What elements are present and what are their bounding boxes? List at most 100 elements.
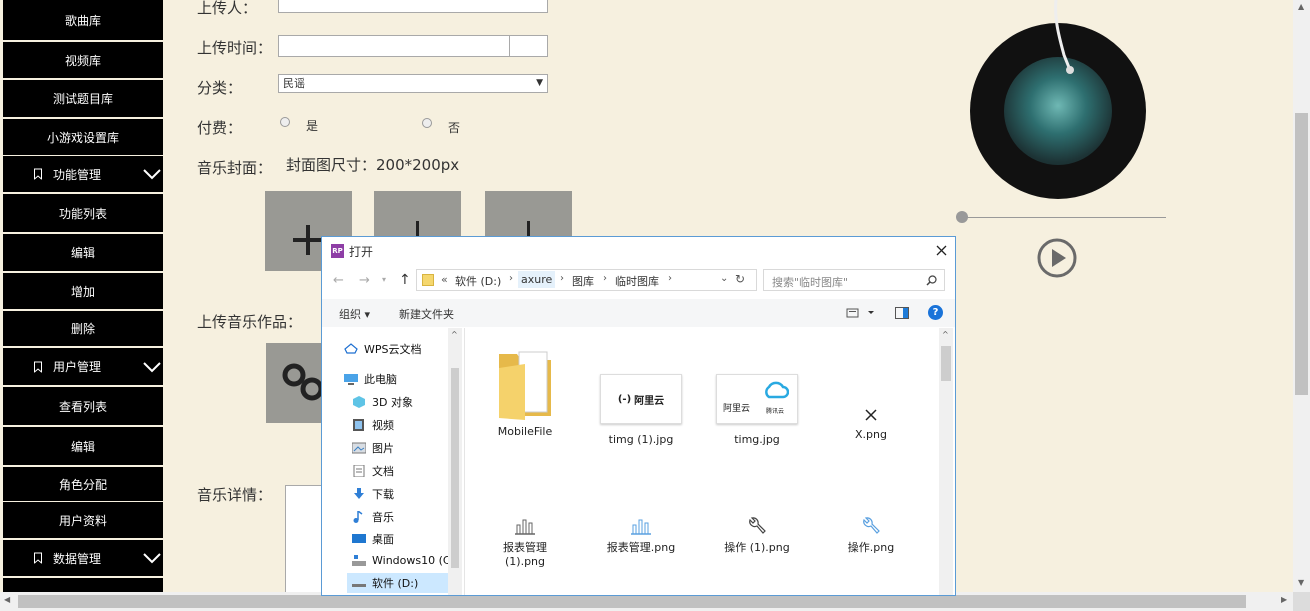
tree-item-3d-objects[interactable]: 3D 对象: [352, 394, 413, 410]
scroll-up-arrow[interactable]: ^: [451, 330, 458, 339]
breadcrumb-separator-icon: ›: [509, 273, 513, 284]
sidebar-item-partial[interactable]: [3, 578, 163, 592]
computer-icon: [344, 374, 358, 385]
music-detail-textarea[interactable]: [285, 485, 325, 595]
tree-item-this-pc[interactable]: 此电脑: [344, 371, 397, 387]
paid-no-radio[interactable]: [422, 118, 432, 128]
uploader-input[interactable]: [278, 0, 548, 13]
forward-arrow-icon[interactable]: →: [359, 273, 370, 288]
sidebar-item-test-questions[interactable]: 测试题目库: [3, 80, 163, 117]
drive-icon: [352, 584, 366, 587]
file-item-timg[interactable]: 阿里云 腾讯云 timg.jpg: [702, 374, 812, 446]
tree-item-music[interactable]: 音乐: [352, 509, 394, 525]
close-icon[interactable]: [936, 245, 947, 256]
scroll-down-arrow[interactable]: ▼: [1298, 578, 1304, 587]
chevron-down-icon[interactable]: [142, 168, 162, 180]
tree-item-drive-c[interactable]: Windows10 (C:: [352, 554, 454, 567]
tree-item-videos[interactable]: 视频: [352, 417, 394, 433]
breadcrumb-separator-icon: ›: [560, 273, 564, 284]
sidebar-item-view-list[interactable]: 查看列表: [3, 387, 163, 425]
file-item-operation-1[interactable]: 操作 (1).png: [702, 517, 812, 555]
sidebar-menu-user-management[interactable]: 用户管理: [3, 348, 163, 385]
breadcrumb-drive-d[interactable]: 软件 (D:): [455, 273, 501, 289]
tree-item-downloads[interactable]: 下载: [352, 486, 394, 502]
scroll-right-arrow[interactable]: ▶: [1281, 595, 1287, 604]
sidebar-menu-function-management[interactable]: 功能管理: [3, 156, 163, 192]
back-arrow-icon[interactable]: ←: [333, 273, 344, 288]
new-folder-button[interactable]: 新建文件夹: [399, 306, 454, 322]
breadcrumb-separator-icon: ›: [603, 273, 607, 284]
recent-chevron-icon[interactable]: ▾: [382, 275, 386, 284]
scroll-left-arrow[interactable]: ◀: [4, 595, 10, 604]
scroll-thumb[interactable]: [451, 368, 459, 568]
search-box[interactable]: 搜索"临时图库": [763, 269, 945, 291]
sidebar-menu-data-management[interactable]: 数据管理: [3, 540, 163, 576]
uploader-label: 上传人：: [197, 0, 258, 17]
breadcrumb-temp-gallery[interactable]: 临时图库: [615, 273, 659, 289]
wrench-icon: [863, 517, 880, 534]
axure-rp-icon: RP: [331, 244, 344, 258]
view-options-icon[interactable]: [846, 308, 874, 318]
play-icon[interactable]: [1036, 237, 1078, 279]
paid-yes-radio[interactable]: [280, 117, 290, 127]
refresh-icon[interactable]: ↻: [735, 272, 745, 286]
scroll-thumb[interactable]: [1295, 113, 1308, 395]
chevron-down-icon[interactable]: [142, 552, 162, 564]
breadcrumb-overflow[interactable]: «: [441, 273, 448, 286]
sidebar-item-songs[interactable]: 歌曲库: [3, 0, 163, 40]
paid-no-label: 否: [448, 121, 461, 135]
breadcrumb-axure[interactable]: axure: [518, 271, 556, 288]
aliyun-image-icon: (-) 阿里云: [600, 374, 682, 424]
sidebar-item-minigame-settings[interactable]: 小游戏设置库: [3, 119, 163, 155]
organize-button[interactable]: 组织 ▾: [339, 306, 370, 322]
sidebar-item-function-list[interactable]: 功能列表: [3, 194, 163, 232]
tree-item-pictures[interactable]: 图片: [352, 440, 394, 456]
scroll-up-arrow[interactable]: ▲: [1298, 2, 1304, 11]
tree-item-drive-d[interactable]: 软件 (D:): [347, 573, 457, 593]
scroll-thumb[interactable]: [18, 595, 1246, 608]
sidebar-item-user-profile[interactable]: 用户资料: [3, 502, 163, 538]
tree-item-wps-cloud[interactable]: WPS云文档: [344, 341, 422, 357]
sidebar-item-videos[interactable]: 视频库: [3, 42, 163, 78]
sidebar-item-user-edit[interactable]: 编辑: [3, 427, 163, 465]
bar-chart-icon: [515, 519, 535, 535]
sidebar-item-role-assign[interactable]: 角色分配: [3, 467, 163, 501]
file-item-timg-1[interactable]: (-) 阿里云 timg (1).jpg: [586, 374, 696, 446]
breadcrumb-gallery[interactable]: 图库: [572, 273, 594, 289]
upload-time-label: 上传时间：: [197, 39, 273, 57]
search-icon[interactable]: [926, 275, 937, 286]
file-item-report[interactable]: 报表管理.png: [586, 517, 696, 555]
vertical-scrollbar[interactable]: ▲ ▼: [1293, 0, 1310, 592]
tree-item-desktop[interactable]: 桌面: [352, 531, 394, 547]
preview-pane-icon[interactable]: [895, 307, 909, 319]
address-bar[interactable]: « 软件 (D:) › axure › 图库 › 临时图库 › ⌄ ↻: [416, 269, 757, 291]
upload-time-input[interactable]: [278, 35, 510, 57]
file-item-x-png[interactable]: X.png: [816, 408, 926, 441]
wrench-icon: [749, 517, 766, 534]
file-list-scrollbar[interactable]: ^: [939, 328, 953, 595]
file-item-report-1[interactable]: 报表管理 (1).png: [470, 517, 580, 568]
windows-drive-icon: [352, 554, 366, 566]
sidebar-item-add[interactable]: 增加: [3, 273, 163, 309]
progress-handle[interactable]: [956, 211, 968, 223]
file-item-mobilefile[interactable]: MobileFile: [470, 344, 580, 438]
bookmark-icon: [34, 361, 42, 372]
scroll-thumb[interactable]: [941, 346, 951, 381]
progress-track[interactable]: [962, 217, 1166, 218]
navigation-scrollbar[interactable]: ^: [448, 328, 462, 595]
address-dropdown-icon[interactable]: ⌄: [720, 273, 728, 284]
category-select[interactable]: 民谣 ▼: [278, 74, 548, 93]
file-item-operation[interactable]: 操作.png: [816, 517, 926, 555]
download-arrow-icon: [354, 488, 364, 499]
tree-item-documents[interactable]: 文档: [352, 463, 394, 479]
sidebar-item-edit[interactable]: 编辑: [3, 234, 163, 271]
help-icon[interactable]: ?: [928, 305, 943, 320]
scroll-corner: [1293, 592, 1310, 611]
search-input[interactable]: 搜索"临时图库": [772, 274, 848, 290]
open-file-dialog: RP 打开 ← → ▾ ↑ « 软件 (D:) › axure › 图库 › 临…: [321, 236, 956, 596]
upload-time-picker-button[interactable]: [509, 35, 548, 57]
up-arrow-icon[interactable]: ↑: [399, 272, 411, 288]
chevron-down-icon[interactable]: [142, 361, 162, 373]
sidebar-item-delete[interactable]: 删除: [3, 311, 163, 346]
scroll-up-arrow[interactable]: ^: [942, 330, 949, 339]
